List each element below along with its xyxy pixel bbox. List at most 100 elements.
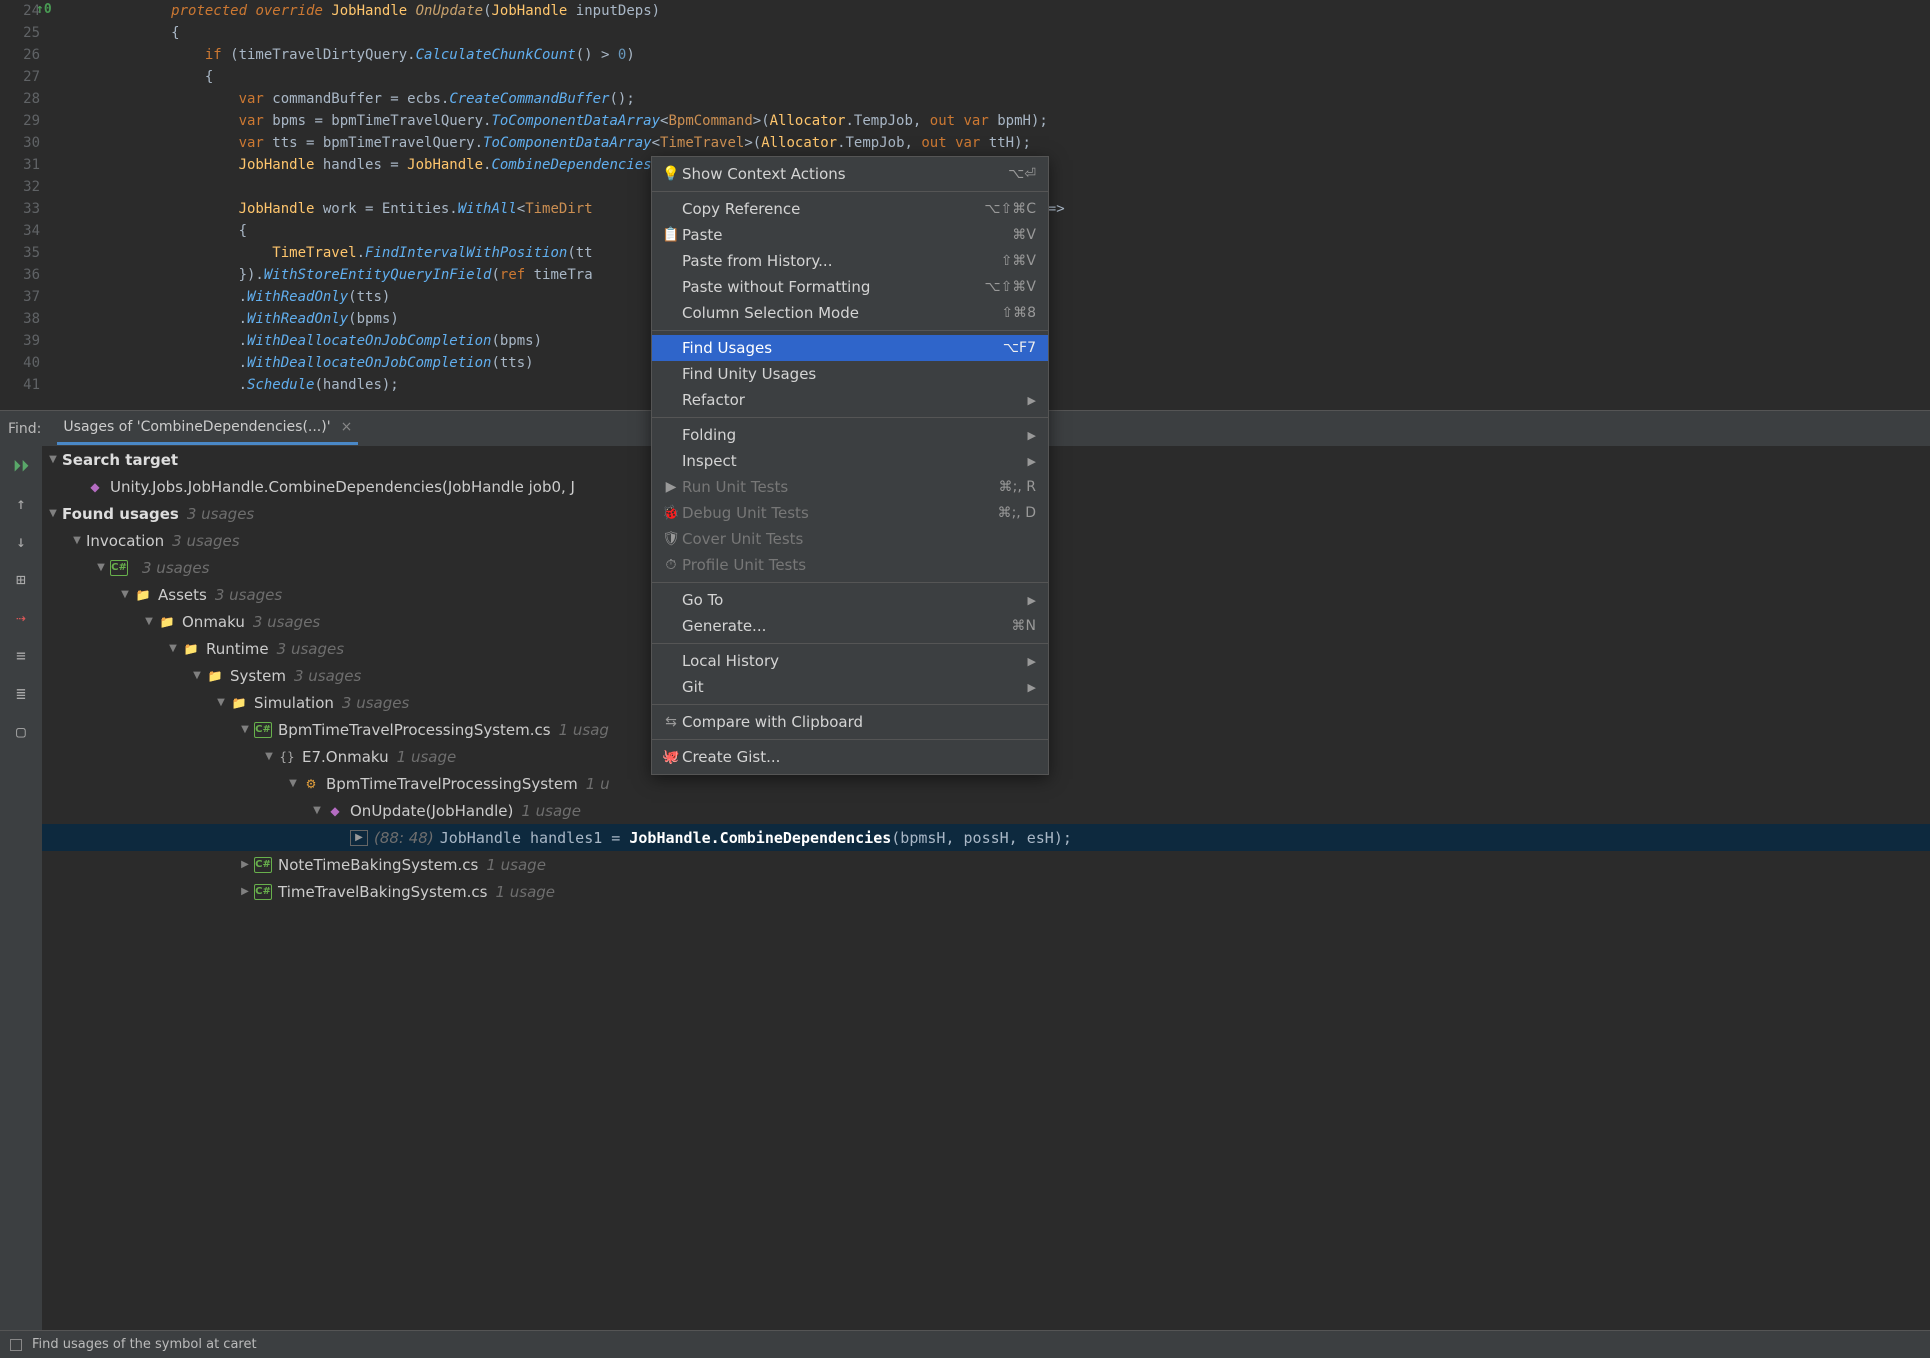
code-line[interactable]: {: [70, 22, 1065, 44]
menu-item[interactable]: 💡Show Context Actions⌥⏎: [652, 161, 1048, 187]
chevron-icon[interactable]: ▼: [70, 535, 84, 546]
window-button[interactable]: ▢: [10, 722, 32, 744]
chevron-icon[interactable]: ▼: [166, 643, 180, 654]
chevron-icon[interactable]: ▼: [238, 724, 252, 735]
compare-icon: ⇆: [660, 714, 682, 730]
csharp-icon: C#: [110, 560, 128, 576]
menu-item[interactable]: Paste without Formatting⌥⇧⌘V: [652, 274, 1048, 300]
menu-item[interactable]: Find Usages⌥F7: [652, 335, 1048, 361]
menu-label: Inspect: [682, 452, 1028, 470]
submenu-arrow-icon: ▶: [1028, 394, 1036, 407]
usage-count: 1 usage: [495, 883, 555, 901]
menu-label: Local History: [682, 652, 1028, 670]
menu-item: 🐞Debug Unit Tests⌘;, D: [652, 500, 1048, 526]
chevron-icon[interactable]: ▶: [238, 859, 252, 870]
status-icon: [10, 1339, 22, 1351]
tree-row[interactable]: ▼◆OnUpdate(JobHandle)1 usage: [42, 797, 1930, 824]
tree-row[interactable]: ▶C#NoteTimeBakingSystem.cs1 usage: [42, 851, 1930, 878]
chevron-icon[interactable]: ▼: [214, 697, 228, 708]
code-line[interactable]: protected override JobHandle OnUpdate(Jo…: [70, 0, 1065, 22]
menu-label: Generate...: [682, 617, 1012, 635]
code-line[interactable]: var tts = bpmTimeTravelQuery.ToComponent…: [70, 132, 1065, 154]
line-number: 36: [0, 264, 40, 286]
code-line[interactable]: var bpms = bpmTimeTravelQuery.ToComponen…: [70, 110, 1065, 132]
menu-label: Find Unity Usages: [682, 365, 1036, 383]
menu-item[interactable]: Column Selection Mode⇧⌘8: [652, 300, 1048, 326]
menu-item[interactable]: 🐙Create Gist...: [652, 744, 1048, 770]
line-number: 32: [0, 176, 40, 198]
submenu-arrow-icon: ▶: [1028, 455, 1036, 468]
menu-label: Go To: [682, 591, 1028, 609]
menu-item[interactable]: Generate...⌘N: [652, 613, 1048, 639]
menu-item[interactable]: Copy Reference⌥⇧⌘C: [652, 196, 1048, 222]
node-label: Onmaku: [182, 613, 245, 631]
line-number: 28: [0, 88, 40, 110]
sort2-button[interactable]: ≣: [10, 684, 32, 706]
menu-item[interactable]: ⇆Compare with Clipboard: [652, 709, 1048, 735]
node-label: TimeTravelBakingSystem.cs: [278, 883, 487, 901]
folder-icon: 📁: [158, 614, 176, 630]
menu-label: Find Usages: [682, 339, 1003, 357]
chevron-icon[interactable]: ▼: [118, 589, 132, 600]
folder-icon: 📁: [230, 695, 248, 711]
chevron-icon[interactable]: ▼: [46, 508, 60, 519]
line-number: 39: [0, 330, 40, 352]
chevron-icon[interactable]: ▼: [142, 616, 156, 627]
code-line[interactable]: {: [70, 66, 1065, 88]
sort1-button[interactable]: ≡: [10, 646, 32, 668]
node-label: System: [230, 667, 286, 685]
menu-item[interactable]: Go To▶: [652, 587, 1048, 613]
menu-shortcut: ⇧⌘8: [1001, 305, 1036, 321]
branch-button[interactable]: ⇢: [10, 608, 32, 630]
code-line[interactable]: var commandBuffer = ecbs.CreateCommandBu…: [70, 88, 1065, 110]
menu-shortcut: ⌥⏎: [1008, 166, 1036, 182]
chevron-icon[interactable]: ▶: [238, 886, 252, 897]
find-tab-title: Usages of 'CombineDependencies(...)': [63, 419, 330, 435]
code-line[interactable]: if (timeTravelDirtyQuery.CalculateChunkC…: [70, 44, 1065, 66]
tree-row[interactable]: ▶(88: 48)JobHandle handles1 = JobHandle.…: [42, 824, 1930, 851]
namespace-icon: {}: [278, 749, 296, 765]
csharp-icon: C#: [254, 857, 272, 873]
menu-label: Show Context Actions: [682, 165, 1008, 183]
menu-item[interactable]: Refactor▶: [652, 387, 1048, 413]
chevron-icon[interactable]: ▼: [310, 805, 324, 816]
group-button[interactable]: ⊞: [10, 570, 32, 592]
paste-icon: 📋: [660, 227, 682, 243]
menu-item[interactable]: Local History▶: [652, 648, 1048, 674]
method-icon: ◆: [326, 803, 344, 819]
menu-label: Copy Reference: [682, 200, 984, 218]
chevron-icon[interactable]: ▼: [46, 454, 60, 465]
menu-label: Cover Unit Tests: [682, 530, 1036, 548]
line-number: 25: [0, 22, 40, 44]
menu-shortcut: ⇧⌘V: [1001, 253, 1036, 269]
chevron-icon[interactable]: ▼: [262, 751, 276, 762]
node-label: Runtime: [206, 640, 269, 658]
context-menu[interactable]: 💡Show Context Actions⌥⏎ Copy Reference⌥⇧⌘…: [651, 156, 1049, 775]
github-icon: 🐙: [660, 749, 682, 765]
menu-item[interactable]: Inspect▶: [652, 448, 1048, 474]
menu-item[interactable]: 📋Paste⌘V: [652, 222, 1048, 248]
menu-label: Run Unit Tests: [682, 478, 999, 496]
menu-label: Compare with Clipboard: [682, 713, 1036, 731]
menu-item[interactable]: Git▶: [652, 674, 1048, 700]
rerun-button[interactable]: ⏵⏵: [10, 456, 32, 478]
menu-label: Paste without Formatting: [682, 278, 985, 296]
run-icon: ▶: [660, 479, 682, 495]
result-icon: ▶: [350, 830, 368, 846]
menu-item[interactable]: Paste from History...⇧⌘V: [652, 248, 1048, 274]
prev-button[interactable]: ↑: [10, 494, 32, 516]
find-tab[interactable]: Usages of 'CombineDependencies(...)' ×: [57, 412, 358, 445]
next-button[interactable]: ↓: [10, 532, 32, 554]
menu-label: Debug Unit Tests: [682, 504, 998, 522]
menu-item[interactable]: Find Unity Usages: [652, 361, 1048, 387]
chevron-icon[interactable]: ▼: [94, 562, 108, 573]
menu-item: 🛡Cover Unit Tests: [652, 526, 1048, 552]
close-icon[interactable]: ×: [341, 419, 353, 435]
chevron-icon[interactable]: ▼: [190, 670, 204, 681]
chevron-icon[interactable]: ▼: [286, 778, 300, 789]
menu-item[interactable]: Folding▶: [652, 422, 1048, 448]
tree-row[interactable]: ▶C#TimeTravelBakingSystem.cs1 usage: [42, 878, 1930, 905]
line-number: 35: [0, 242, 40, 264]
submenu-arrow-icon: ▶: [1028, 655, 1036, 668]
usage-count: 1 usage: [486, 856, 546, 874]
